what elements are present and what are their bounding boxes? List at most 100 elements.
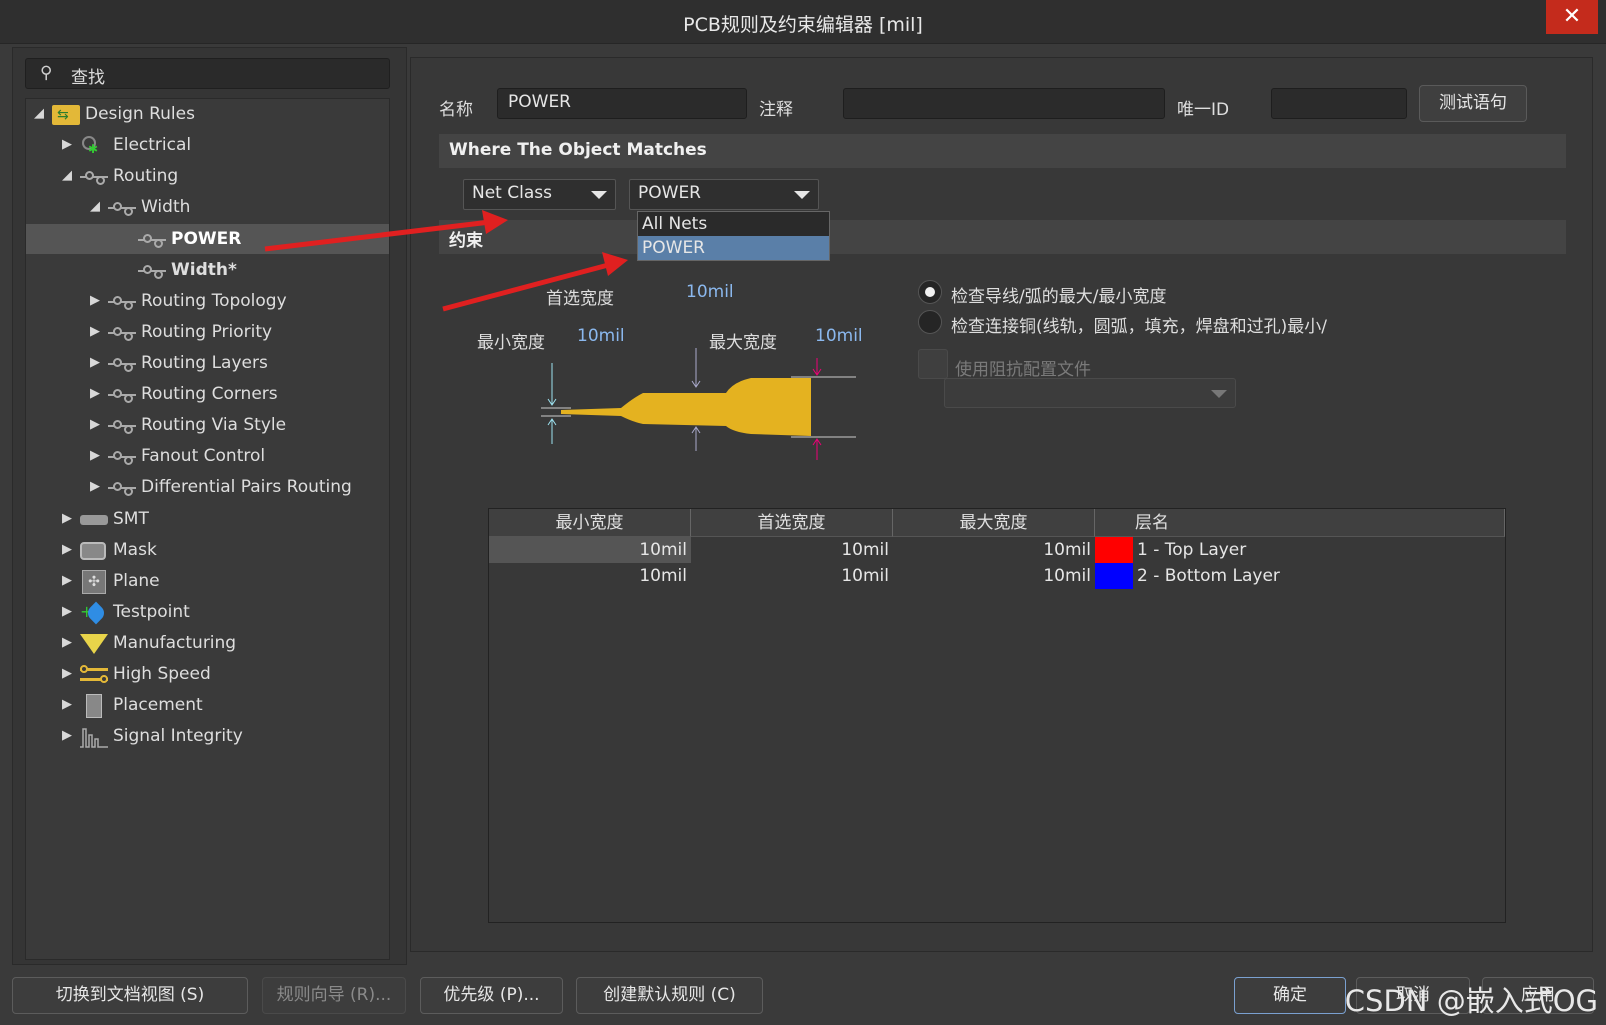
unique-id-label: 唯一ID (1177, 100, 1230, 120)
close-button[interactable]: ✕ (1546, 0, 1598, 34)
comment-field[interactable] (843, 88, 1165, 119)
cell-layer-name: 2 - Bottom Layer (1137, 566, 1280, 586)
net-class-value: POWER (638, 183, 701, 203)
tree-item-label: Routing (113, 166, 179, 186)
radio-check-track-width-label: 检查导线/弧的最大/最小宽度 (951, 287, 1167, 307)
expand-arrow-icon[interactable]: ▶ (88, 441, 102, 471)
tree-item-label: Fanout Control (141, 446, 266, 466)
smt-icon (80, 510, 108, 530)
expand-arrow-icon[interactable]: ▶ (60, 721, 74, 751)
layer-color-swatch (1095, 537, 1133, 563)
net-class-select[interactable]: POWER (629, 179, 819, 210)
track-width-diagram (541, 348, 856, 460)
expand-arrow-icon[interactable]: ▶ (60, 504, 74, 534)
expand-arrow-icon[interactable]: ▶ (60, 690, 74, 720)
rules-tree[interactable]: ◢ ⇆ Design Rules ▶ ✱ Electrical ◢ Routin… (25, 98, 390, 960)
tree-item-label: Routing Topology (141, 291, 287, 311)
routing-icon (108, 354, 136, 374)
expand-arrow-icon[interactable]: ▶ (60, 566, 74, 596)
tree-item-label: Width (141, 197, 191, 217)
radio-check-copper-width-label: 检查连接铜(线轨，圆弧，填充，焊盘和过孔)最小/ (951, 317, 1327, 337)
tree-item-label: Signal Integrity (113, 726, 243, 746)
window-title: PCB规则及约束编辑器 [mil] (683, 14, 923, 36)
impedance-profile-checkbox[interactable] (918, 349, 948, 379)
routing-icon (138, 261, 166, 281)
tree-item-label: Mask (113, 540, 157, 560)
expand-arrow-icon[interactable]: ▶ (88, 317, 102, 347)
radio-check-track-width[interactable] (918, 280, 942, 304)
expand-arrow-icon[interactable]: ▶ (60, 535, 74, 565)
tree-item-label: Design Rules (85, 104, 195, 124)
expand-arrow-icon[interactable]: ▶ (60, 130, 74, 160)
collapse-arrow-icon[interactable]: ◢ (60, 161, 74, 191)
cell-min-width[interactable]: 10mil (489, 537, 691, 563)
expand-arrow-icon[interactable]: ▶ (60, 628, 74, 658)
rule-wizard-button[interactable]: 规则向导 (R)... (262, 977, 406, 1014)
cell-max-width[interactable]: 10mil (893, 537, 1095, 563)
net-class-dropdown-list[interactable]: All Nets POWER (637, 211, 830, 261)
dropdown-option-all-nets[interactable]: All Nets (638, 212, 829, 236)
column-header-preferred-width[interactable]: 首选宽度 (691, 509, 893, 537)
electrical-icon: ✱ (80, 136, 108, 156)
cell-layer-name: 1 - Top Layer (1137, 540, 1247, 560)
dropdown-option-power[interactable]: POWER (638, 236, 829, 260)
routing-icon (138, 230, 166, 250)
plane-icon: ✣ (80, 570, 108, 594)
unique-id-field[interactable] (1271, 88, 1407, 119)
expand-arrow-icon[interactable]: ▶ (88, 379, 102, 409)
collapse-arrow-icon[interactable]: ◢ (88, 192, 102, 222)
match-type-select[interactable]: Net Class (463, 179, 616, 210)
expand-arrow-icon[interactable]: ▶ (88, 286, 102, 316)
chevron-down-icon (591, 191, 607, 199)
ok-button[interactable]: 确定 (1234, 977, 1346, 1014)
create-default-rules-button[interactable]: 创建默认规则 (C) (576, 977, 763, 1014)
expand-arrow-icon[interactable]: ▶ (88, 348, 102, 378)
search-input[interactable]: ⚲ 查找 (25, 58, 390, 89)
tree-item-label: Routing Corners (141, 384, 278, 404)
switch-document-view-button[interactable]: 切换到文档视图 (S) (12, 977, 248, 1014)
tree-item-power[interactable]: POWER (26, 224, 389, 254)
impedance-profile-label: 使用阻抗配置文件 (955, 360, 1091, 380)
match-type-value: Net Class (472, 183, 552, 203)
left-pane: ⚲ 查找 ◢ ⇆ Design Rules ▶ ✱ Electrical ◢ R… (12, 47, 407, 965)
preferred-width-value[interactable]: 10mil (686, 282, 734, 302)
chevron-down-icon (794, 191, 810, 199)
min-width-value[interactable]: 10mil (577, 326, 625, 346)
mask-icon (80, 541, 108, 561)
cell-preferred-width[interactable]: 10mil (691, 563, 893, 589)
test-query-button[interactable]: 测试语句 (1419, 85, 1527, 122)
tree-item-label: POWER (171, 229, 242, 249)
placement-icon (80, 694, 108, 718)
cell-min-width[interactable]: 10mil (489, 563, 691, 589)
testpoint-icon: + (80, 601, 108, 625)
chevron-down-icon (1211, 390, 1227, 398)
tree-item-label: Differential Pairs Routing (141, 477, 352, 497)
column-header-max-width[interactable]: 最大宽度 (893, 509, 1095, 537)
tree-item-label: SMT (113, 509, 149, 529)
tree-item-label: Routing Layers (141, 353, 268, 373)
radio-check-copper-width[interactable] (918, 310, 942, 334)
cell-max-width[interactable]: 10mil (893, 563, 1095, 589)
priority-button[interactable]: 优先级 (P)... (420, 977, 563, 1014)
routing-icon (108, 416, 136, 436)
cell-preferred-width[interactable]: 10mil (691, 537, 893, 563)
max-width-value[interactable]: 10mil (815, 326, 863, 346)
expand-arrow-icon[interactable]: ▶ (60, 597, 74, 627)
tree-item-label: Testpoint (113, 602, 190, 622)
column-header-min-width[interactable]: 最小宽度 (489, 509, 691, 537)
collapse-arrow-icon[interactable]: ◢ (32, 99, 46, 129)
layer-color-swatch (1095, 563, 1133, 589)
tree-item-label: Manufacturing (113, 633, 237, 653)
title-bar: PCB规则及约束编辑器 [mil] ✕ (0, 0, 1606, 44)
impedance-profile-select[interactable] (944, 378, 1236, 408)
expand-arrow-icon[interactable]: ▶ (60, 659, 74, 689)
expand-arrow-icon[interactable]: ▶ (88, 410, 102, 440)
routing-icon (108, 385, 136, 405)
expand-arrow-icon[interactable]: ▶ (88, 472, 102, 502)
name-field[interactable]: POWER (497, 88, 747, 119)
tree-item-label: Placement (113, 695, 203, 715)
routing-icon (108, 447, 136, 467)
column-header-layer-name[interactable]: 层名 (1095, 509, 1505, 537)
name-label: 名称 (439, 100, 473, 120)
tree-item-label: Plane (113, 571, 160, 591)
